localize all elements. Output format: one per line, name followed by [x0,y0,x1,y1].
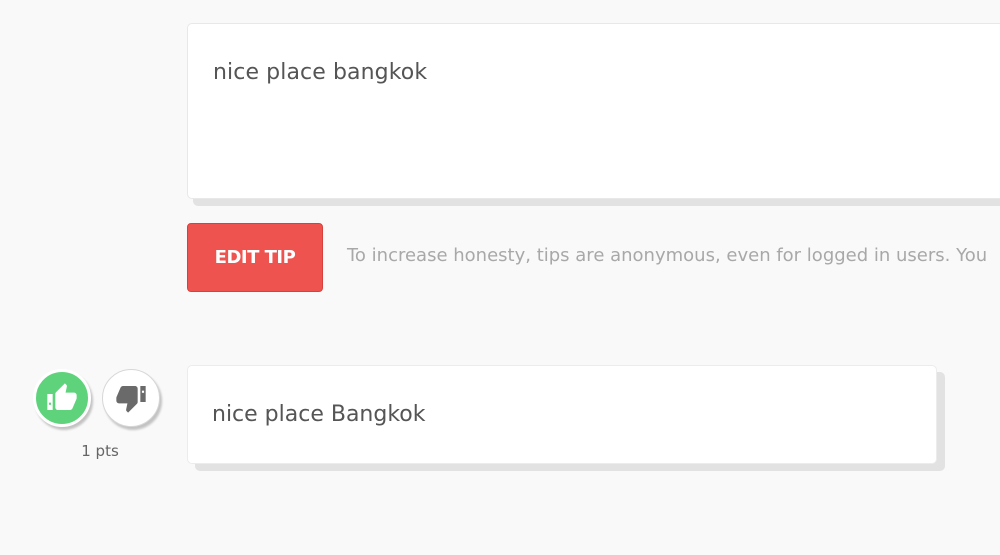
downvote-button[interactable] [102,369,160,427]
upvote-button[interactable] [33,369,91,427]
edit-tip-button[interactable]: EDIT TIP [187,223,323,292]
tip-card: nice place Bangkok [187,365,937,464]
anonymity-note: To increase honesty, tips are anonymous,… [347,245,988,266]
thumbs-down-icon [116,386,146,413]
tip-text: nice place Bangkok [212,402,426,427]
tip-points: 1 pts [81,442,119,460]
thumbs-up-icon [47,383,77,410]
tip-editor-text[interactable]: nice place bangkok [213,60,427,85]
tip-editor-textarea[interactable]: nice place bangkok [187,23,1000,199]
